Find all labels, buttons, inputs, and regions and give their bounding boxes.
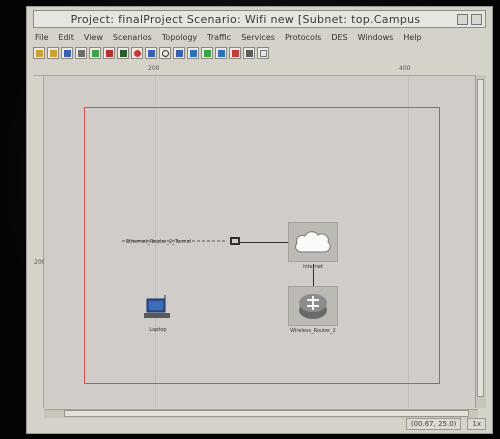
print-icon[interactable]: [61, 47, 73, 59]
horizontal-ruler: 200 400: [33, 65, 478, 76]
app-window: Project: finalProject Scenario: Wifi new…: [26, 6, 493, 434]
network-canvas[interactable]: Ethernet_Router_2_Tunnel Internet Wirele…: [44, 76, 479, 408]
vertical-scrollbar[interactable]: [475, 75, 486, 408]
menu-windows[interactable]: Windows: [358, 33, 394, 42]
menu-protocols[interactable]: Protocols: [285, 33, 321, 42]
zoom-icon[interactable]: [159, 47, 171, 59]
menu-bar: File Edit View Scenarios Topology Traffi…: [33, 31, 486, 44]
menu-des[interactable]: DES: [331, 33, 347, 42]
workstation-label: Laptop: [149, 327, 167, 333]
zoom-level: 1x: [467, 417, 486, 430]
laptop-icon: [144, 295, 170, 318]
menu-scenarios[interactable]: Scenarios: [113, 33, 152, 42]
menu-edit[interactable]: Edit: [58, 33, 74, 42]
run-icon[interactable]: [257, 47, 269, 59]
recover-icon[interactable]: [131, 47, 143, 59]
dropdown-icon[interactable]: [173, 47, 185, 59]
internet-cloud-node[interactable]: Internet: [288, 222, 338, 270]
save-icon[interactable]: [47, 47, 59, 59]
object-palette-icon[interactable]: [89, 47, 101, 59]
results-icon[interactable]: [201, 47, 213, 59]
horizontal-scroll-thumb[interactable]: [64, 410, 469, 417]
toolbar: [33, 46, 486, 60]
minimize-button[interactable]: [457, 13, 468, 25]
cloud-label: Internet: [303, 264, 323, 270]
ruler-tick: 200: [148, 65, 160, 72]
cloud-icon: [295, 231, 331, 253]
maximize-button[interactable]: [471, 13, 482, 25]
vertical-scroll-thumb[interactable]: [477, 79, 484, 397]
server-tile: [288, 286, 338, 326]
menu-traffic[interactable]: Traffic: [207, 33, 231, 42]
menu-topology[interactable]: Topology: [162, 33, 197, 42]
title-bar[interactable]: Project: finalProject Scenario: Wifi new…: [33, 10, 486, 28]
ruler-tick: 400: [399, 65, 411, 72]
coordinates-readout: (00.67, 25.0): [405, 417, 462, 430]
copy-icon[interactable]: [75, 47, 87, 59]
server-label: Wireless_Router_2: [290, 328, 336, 334]
menu-file[interactable]: File: [35, 33, 48, 42]
edit-icon[interactable]: [229, 47, 241, 59]
menu-view[interactable]: View: [84, 33, 103, 42]
menu-help[interactable]: Help: [403, 33, 421, 42]
failure-icon[interactable]: [117, 47, 129, 59]
cloud-tile: [288, 222, 338, 262]
open-icon[interactable]: [33, 47, 45, 59]
link-icon[interactable]: [103, 47, 115, 59]
wireless-server-node[interactable]: Wireless_Router_2: [288, 286, 338, 334]
router-label: Ethernet_Router_2_Tunnel: [126, 239, 192, 245]
animation-icon[interactable]: [215, 47, 227, 59]
window-title: Project: finalProject Scenario: Wifi new…: [70, 12, 421, 26]
menu-services[interactable]: Services: [241, 33, 275, 42]
workstation-node[interactable]: Laptop: [142, 293, 174, 333]
search-icon[interactable]: [145, 47, 157, 59]
statistics-icon[interactable]: [187, 47, 199, 59]
vertical-ruler: 200: [33, 75, 45, 408]
wireless-router-icon: [299, 294, 327, 319]
attributes-icon[interactable]: [243, 47, 255, 59]
status-bar: (00.67, 25.0) 1x: [33, 417, 486, 430]
